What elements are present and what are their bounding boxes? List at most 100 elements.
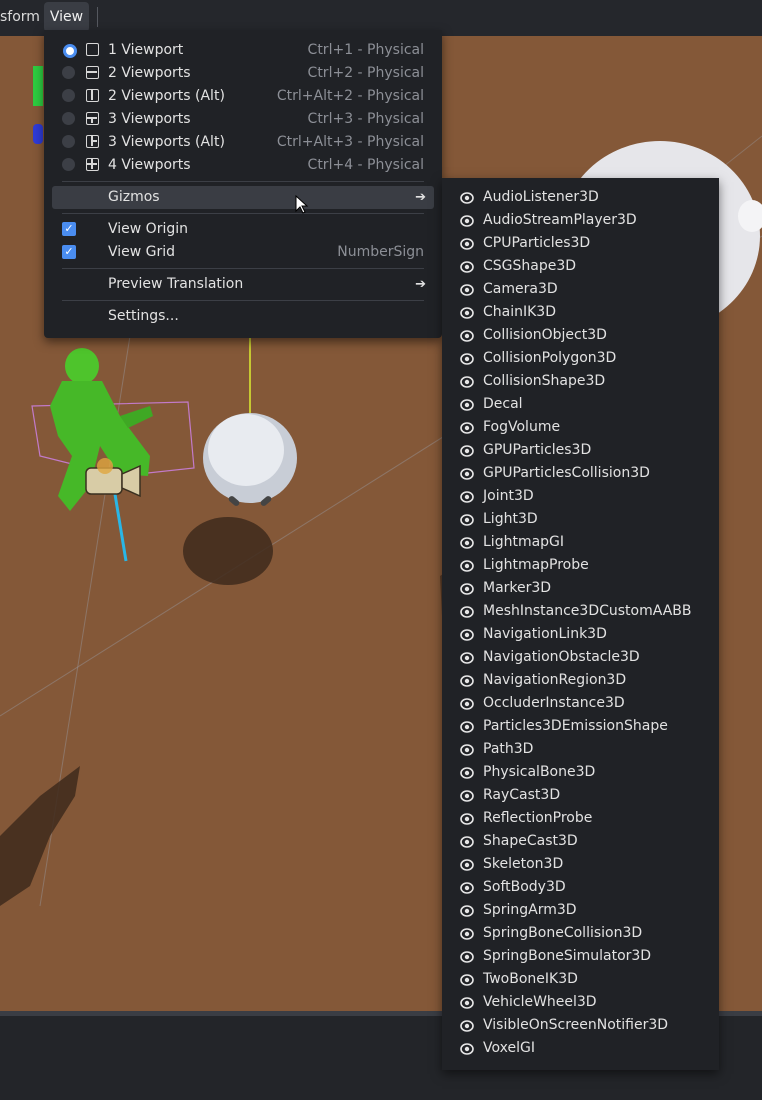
gizmo-item[interactable]: MeshInstance3DCustomAABB xyxy=(452,600,712,623)
eye-icon xyxy=(460,514,474,526)
gizmo-item[interactable]: AudioListener3D xyxy=(452,186,712,209)
gizmo-item-label: NavigationLink3D xyxy=(483,626,607,642)
menu-separator xyxy=(62,181,424,182)
eye-icon xyxy=(460,928,474,940)
gizmo-item[interactable]: ChainIK3D xyxy=(452,301,712,324)
gizmo-item-label: CollisionPolygon3D xyxy=(483,350,617,366)
gizmo-item[interactable]: OccluderInstance3D xyxy=(452,692,712,715)
menu-item-3-viewports-alt[interactable]: 3 Viewports (Alt) Ctrl+Alt+3 - Physical xyxy=(52,131,434,154)
eye-icon xyxy=(460,215,474,227)
eye-icon xyxy=(460,422,474,434)
eye-icon xyxy=(460,399,474,411)
gizmo-item[interactable]: Marker3D xyxy=(452,577,712,600)
gizmo-item[interactable]: RayCast3D xyxy=(452,784,712,807)
gizmo-item[interactable]: LightmapProbe xyxy=(452,554,712,577)
gizmo-item[interactable]: Camera3D xyxy=(452,278,712,301)
eye-icon xyxy=(460,1020,474,1032)
menu-item-label: 2 Viewports xyxy=(108,65,191,81)
eye-icon xyxy=(460,468,474,480)
menu-item-label: 1 Viewport xyxy=(108,42,184,58)
menu-item-view-origin[interactable]: ✓ View Origin xyxy=(52,218,434,241)
gizmo-item[interactable]: VoxelGI xyxy=(452,1037,712,1060)
eye-icon xyxy=(460,859,474,871)
eye-icon xyxy=(460,974,474,986)
gizmo-item[interactable]: NavigationObstacle3D xyxy=(452,646,712,669)
gizmo-item[interactable]: Joint3D xyxy=(452,485,712,508)
gizmo-item[interactable]: ShapeCast3D xyxy=(452,830,712,853)
radio-unselected-icon xyxy=(62,112,75,125)
gizmo-item-label: SpringBoneSimulator3D xyxy=(483,948,652,964)
eye-icon xyxy=(460,698,474,710)
gizmo-item[interactable]: CSGShape3D xyxy=(452,255,712,278)
gizmo-item-label: Marker3D xyxy=(483,580,552,596)
gizmo-item[interactable]: CollisionObject3D xyxy=(452,324,712,347)
menu-item-1-viewport[interactable]: 1 Viewport Ctrl+1 - Physical xyxy=(52,39,434,62)
gizmo-item[interactable]: FogVolume xyxy=(452,416,712,439)
gizmo-item[interactable]: Decal xyxy=(452,393,712,416)
gizmo-item[interactable]: Light3D xyxy=(452,508,712,531)
menu-item-settings[interactable]: Settings... xyxy=(52,305,434,328)
eye-icon xyxy=(460,1043,474,1055)
gizmo-item[interactable]: NavigationLink3D xyxy=(452,623,712,646)
gizmo-item[interactable]: GPUParticlesCollision3D xyxy=(452,462,712,485)
eye-icon xyxy=(460,882,474,894)
gizmo-item[interactable]: CollisionShape3D xyxy=(452,370,712,393)
menu-item-label: 4 Viewports xyxy=(108,157,191,173)
gizmo-item[interactable]: SpringBoneSimulator3D xyxy=(452,945,712,968)
gizmo-item-label: Light3D xyxy=(483,511,538,527)
gizmo-item[interactable]: VehicleWheel3D xyxy=(452,991,712,1014)
menu-item-2-viewports[interactable]: 2 Viewports Ctrl+2 - Physical xyxy=(52,62,434,85)
radio-unselected-icon xyxy=(62,89,75,102)
gizmo-item[interactable]: Path3D xyxy=(452,738,712,761)
menu-item-label: 2 Viewports (Alt) xyxy=(108,88,225,104)
menu-item-4-viewports[interactable]: 4 Viewports Ctrl+4 - Physical xyxy=(52,154,434,177)
gizmo-item[interactable]: PhysicalBone3D xyxy=(452,761,712,784)
gizmo-item-label: Joint3D xyxy=(483,488,534,504)
gizmo-item[interactable]: SpringBoneCollision3D xyxy=(452,922,712,945)
eye-icon xyxy=(460,238,474,250)
menu-item-label: Preview Translation xyxy=(108,276,244,292)
menu-item-gizmos[interactable]: Gizmos ➔ xyxy=(52,186,434,209)
gizmo-item[interactable]: Skeleton3D xyxy=(452,853,712,876)
gizmo-item[interactable]: NavigationRegion3D xyxy=(452,669,712,692)
menu-item-2-viewports-alt[interactable]: 2 Viewports (Alt) Ctrl+Alt+2 - Physical xyxy=(52,85,434,108)
gizmo-item-label: FogVolume xyxy=(483,419,561,435)
eye-icon xyxy=(460,284,474,296)
submenu-arrow-icon: ➔ xyxy=(415,190,426,205)
eye-icon xyxy=(460,744,474,756)
eye-icon xyxy=(460,790,474,802)
eye-icon xyxy=(460,192,474,204)
gizmo-item[interactable]: CPUParticles3D xyxy=(452,232,712,255)
gizmo-item[interactable]: ReflectionProbe xyxy=(452,807,712,830)
gizmo-item-label: ShapeCast3D xyxy=(483,833,578,849)
eye-icon xyxy=(460,261,474,273)
gizmo-item-label: NavigationObstacle3D xyxy=(483,649,640,665)
menu-item-view-grid[interactable]: ✓ View Grid NumberSign xyxy=(52,241,434,264)
gizmo-item[interactable]: TwoBoneIK3D xyxy=(452,968,712,991)
transform-menu-button[interactable]: sform xyxy=(0,2,40,32)
eye-icon xyxy=(460,836,474,848)
gizmo-item[interactable]: SpringArm3D xyxy=(452,899,712,922)
gizmo-item[interactable]: CollisionPolygon3D xyxy=(452,347,712,370)
gizmo-item-label: ChainIK3D xyxy=(483,304,556,320)
menu-item-3-viewports[interactable]: 3 Viewports Ctrl+3 - Physical xyxy=(52,108,434,131)
view-menu-popup: 1 Viewport Ctrl+1 - Physical 2 Viewports… xyxy=(44,30,442,338)
gizmo-item[interactable]: Particles3DEmissionShape xyxy=(452,715,712,738)
eye-icon xyxy=(460,537,474,549)
eye-icon xyxy=(460,905,474,917)
gizmo-item-label: ReflectionProbe xyxy=(483,810,593,826)
gizmo-item[interactable]: SoftBody3D xyxy=(452,876,712,899)
view-menu-button[interactable]: View xyxy=(44,2,89,32)
toolbar-separator xyxy=(97,7,98,27)
menu-item-shortcut: Ctrl+Alt+2 - Physical xyxy=(276,88,424,104)
gizmo-item[interactable]: AudioStreamPlayer3D xyxy=(452,209,712,232)
gizmo-item[interactable]: GPUParticles3D xyxy=(452,439,712,462)
gizmo-item[interactable]: LightmapGI xyxy=(452,531,712,554)
gizmo-item-label: PhysicalBone3D xyxy=(483,764,596,780)
menu-item-label: Gizmos xyxy=(108,189,160,205)
gizmo-item[interactable]: VisibleOnScreenNotifier3D xyxy=(452,1014,712,1037)
eye-icon xyxy=(460,307,474,319)
eye-icon xyxy=(460,583,474,595)
menu-item-preview-translation[interactable]: Preview Translation ➔ xyxy=(52,273,434,296)
menu-item-shortcut: Ctrl+2 - Physical xyxy=(307,65,424,81)
